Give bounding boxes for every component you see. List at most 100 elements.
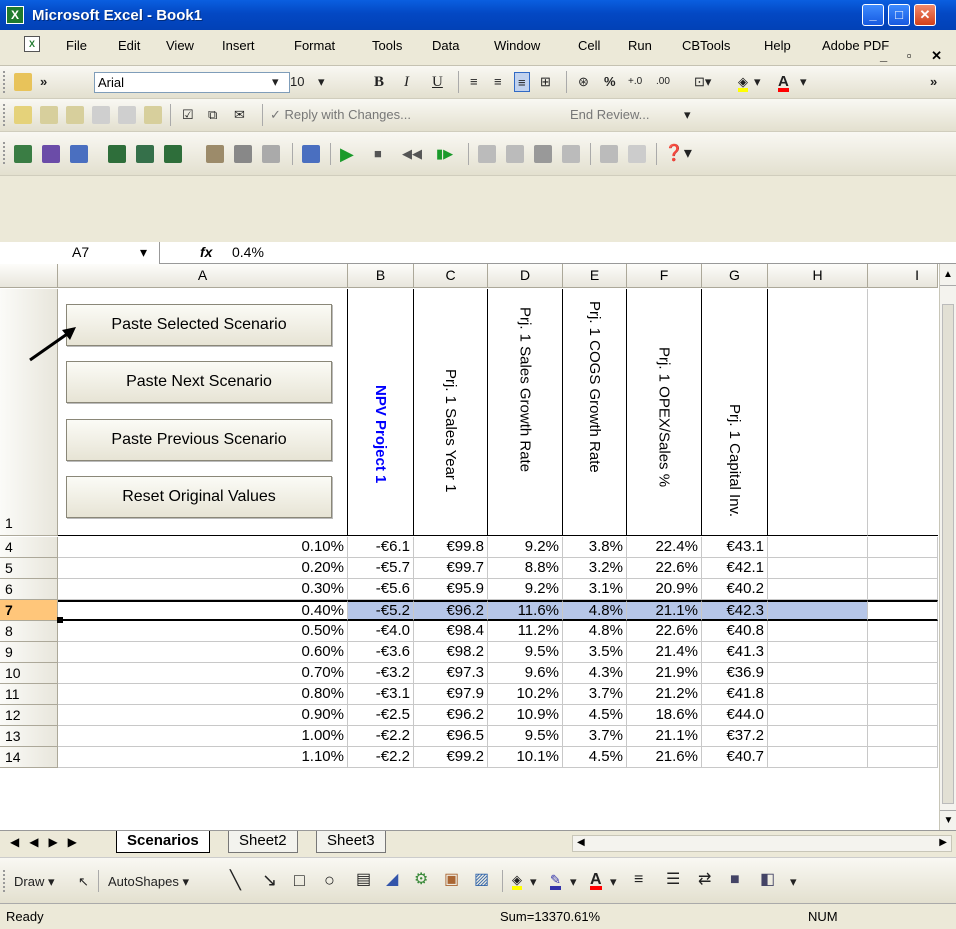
cell-b9[interactable]: -€3.6 bbox=[348, 642, 414, 663]
3d-style-icon[interactable]: ◧ bbox=[760, 870, 775, 890]
cell-i5[interactable] bbox=[868, 558, 938, 579]
close-button[interactable]: ✕ bbox=[914, 4, 936, 26]
rewind-icon[interactable]: ◀◀ bbox=[402, 144, 422, 164]
fill-color-icon[interactable]: ◈ bbox=[738, 72, 748, 92]
cell-g12[interactable]: €44.0 bbox=[702, 705, 768, 726]
cell-e13[interactable]: 3.7% bbox=[563, 726, 627, 747]
draw-menu-button[interactable]: Draw ▾ bbox=[14, 872, 54, 892]
area-chart-icon[interactable] bbox=[14, 145, 32, 163]
paste-previous-scenario-button[interactable]: Paste Previous Scenario bbox=[66, 419, 332, 461]
name-box-dropdown-icon[interactable]: ▾ bbox=[140, 242, 147, 263]
cell-a12[interactable]: 0.90% bbox=[58, 705, 348, 726]
cell-d14[interactable]: 10.1% bbox=[488, 747, 563, 768]
step-icon[interactable]: ▮▶ bbox=[436, 144, 453, 164]
report-icon[interactable] bbox=[534, 145, 552, 163]
toolbar-grip[interactable] bbox=[3, 870, 6, 892]
cell-b10[interactable]: -€3.2 bbox=[348, 663, 414, 684]
name-box[interactable]: A7 ▾ bbox=[0, 242, 160, 264]
cell-i7[interactable] bbox=[868, 600, 938, 621]
row-header-5[interactable]: 5 bbox=[0, 558, 58, 579]
merge-center-icon[interactable]: ⊞ bbox=[540, 72, 551, 92]
font-color-dropdown-icon[interactable]: ▾ bbox=[610, 872, 617, 892]
cell-i4[interactable] bbox=[868, 537, 938, 558]
cell-a8[interactable]: 0.50% bbox=[58, 621, 348, 642]
menu-run[interactable]: Run bbox=[628, 38, 652, 53]
track-changes-icon[interactable]: ☑ bbox=[182, 105, 194, 125]
cell-b11[interactable]: -€3.1 bbox=[348, 684, 414, 705]
cell-g9[interactable]: €41.3 bbox=[702, 642, 768, 663]
cell-b13[interactable]: -€2.2 bbox=[348, 726, 414, 747]
menu-tools[interactable]: Tools bbox=[372, 38, 402, 53]
row-header-6[interactable]: 6 bbox=[0, 579, 58, 600]
menu-cell[interactable]: Cell bbox=[578, 38, 600, 53]
cell-g5[interactable]: €42.1 bbox=[702, 558, 768, 579]
cell-f6[interactable]: 20.9% bbox=[627, 579, 702, 600]
font-size-value[interactable]: 10 bbox=[290, 72, 304, 92]
workbook-icon[interactable]: X bbox=[24, 36, 40, 52]
cell-h8[interactable] bbox=[768, 621, 868, 642]
tools-icon[interactable] bbox=[600, 145, 618, 163]
cell-h13[interactable] bbox=[768, 726, 868, 747]
next-comment-icon[interactable] bbox=[66, 106, 84, 124]
cell-c5[interactable]: €99.7 bbox=[414, 558, 488, 579]
cell-c4[interactable]: €99.8 bbox=[414, 537, 488, 558]
grid-icon[interactable] bbox=[478, 145, 496, 163]
row-header-10[interactable]: 10 bbox=[0, 663, 58, 684]
italic-button[interactable]: I bbox=[404, 72, 409, 92]
cell-d8[interactable]: 11.2% bbox=[488, 621, 563, 642]
cell-a4[interactable]: 0.10% bbox=[58, 537, 348, 558]
cell-d12[interactable]: 10.9% bbox=[488, 705, 563, 726]
cell-e5[interactable]: 3.2% bbox=[563, 558, 627, 579]
cell-c1[interactable]: Prj. 1 Sales Year 1 bbox=[414, 289, 488, 536]
cell-h10[interactable] bbox=[768, 663, 868, 684]
column-header-b[interactable]: B bbox=[348, 264, 414, 288]
autoshapes-menu-button[interactable]: AutoShapes ▾ bbox=[108, 872, 189, 892]
align-right-icon[interactable]: ≡ bbox=[514, 72, 530, 92]
line-style-icon[interactable]: ≡ bbox=[634, 870, 643, 890]
row-header-8[interactable]: 8 bbox=[0, 621, 58, 642]
cell-g4[interactable]: €43.1 bbox=[702, 537, 768, 558]
workbook-window-controls[interactable]: _ ▫ ✕ bbox=[880, 48, 950, 64]
toolbar-options-icon[interactable]: ▾ bbox=[790, 872, 797, 892]
row-header-4[interactable]: 4 bbox=[0, 537, 58, 558]
cell-e4[interactable]: 3.8% bbox=[563, 537, 627, 558]
cell-e11[interactable]: 3.7% bbox=[563, 684, 627, 705]
bold-button[interactable]: B bbox=[374, 72, 384, 92]
column-header-f[interactable]: F bbox=[627, 264, 702, 288]
cell-b1[interactable]: NPV Project 1 bbox=[348, 289, 414, 536]
tab-sheet3[interactable]: Sheet3 bbox=[316, 831, 386, 853]
fill-dropdown-icon[interactable]: ▾ bbox=[754, 72, 761, 92]
tab-navigation-icons[interactable]: ◀◀▶▶ bbox=[10, 835, 87, 849]
show-comment-icon[interactable] bbox=[92, 106, 110, 124]
row-header-13[interactable]: 13 bbox=[0, 726, 58, 747]
cell-i11[interactable] bbox=[868, 684, 938, 705]
rectangle-icon[interactable]: □ bbox=[294, 870, 305, 890]
cell-i8[interactable] bbox=[868, 621, 938, 642]
align-center-icon[interactable]: ≡ bbox=[494, 72, 502, 92]
previous-comment-icon[interactable] bbox=[40, 106, 58, 124]
toolbar-grip[interactable] bbox=[3, 104, 6, 126]
cell-f12[interactable]: 18.6% bbox=[627, 705, 702, 726]
worksheet-grid[interactable]: A B C D E F G H I 1 NPV Project 1 Prj. 1… bbox=[0, 264, 956, 830]
cell-e10[interactable]: 4.3% bbox=[563, 663, 627, 684]
tab-scenarios[interactable]: Scenarios bbox=[116, 831, 210, 853]
help-icon[interactable]: ❓▾ bbox=[664, 144, 692, 164]
cell-a9[interactable]: 0.60% bbox=[58, 642, 348, 663]
cell-b14[interactable]: -€2.2 bbox=[348, 747, 414, 768]
toolbar-grip[interactable] bbox=[3, 71, 6, 93]
column-header-d[interactable]: D bbox=[488, 264, 563, 288]
cell-b7[interactable]: -€5.2 bbox=[348, 600, 414, 621]
cell-g8[interactable]: €40.8 bbox=[702, 621, 768, 642]
cell-c14[interactable]: €99.2 bbox=[414, 747, 488, 768]
cell-h1[interactable] bbox=[768, 289, 868, 536]
picture-icon[interactable]: ▨ bbox=[474, 870, 489, 890]
column-chart-icon[interactable] bbox=[70, 145, 88, 163]
fill-color-icon[interactable]: ◈ bbox=[512, 870, 522, 890]
cell-d11[interactable]: 10.2% bbox=[488, 684, 563, 705]
cell-f9[interactable]: 21.4% bbox=[627, 642, 702, 663]
select-objects-icon[interactable]: ↖ bbox=[78, 872, 89, 892]
copy-format-icon[interactable] bbox=[206, 145, 224, 163]
decrease-decimal-icon[interactable]: .00 bbox=[656, 72, 670, 92]
column-header-a[interactable]: A bbox=[58, 264, 348, 288]
cell-f10[interactable]: 21.9% bbox=[627, 663, 702, 684]
